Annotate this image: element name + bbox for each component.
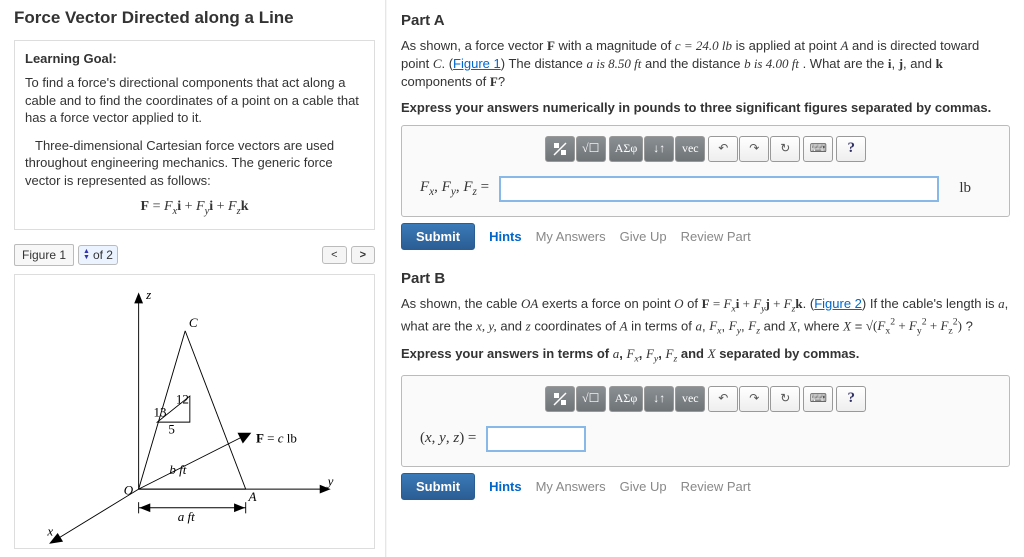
learning-goal-box: Learning Goal: To find a force's directi… xyxy=(14,40,375,230)
page-title: Force Vector Directed along a Line xyxy=(14,8,375,28)
goal-text-1: To find a force's directional components… xyxy=(25,74,364,127)
part-a-toolbar: √☐ ΑΣφ ↓↑ vec ↶ ↷ ↻ ⌨ ? xyxy=(402,126,1009,170)
part-a-instructions: Express your answers numerically in poun… xyxy=(401,100,1010,115)
keyboard-icon[interactable]: ⌨ xyxy=(803,136,833,162)
svg-text:y: y xyxy=(326,473,334,488)
svg-text:z: z xyxy=(145,287,151,302)
undo-icon[interactable]: ↶ xyxy=(708,136,738,162)
part-b-answer-box: √☐ ΑΣφ ↓↑ vec ↶ ↷ ↻ ⌨ ? (x, y, z) = xyxy=(401,375,1010,467)
part-b-review-link[interactable]: Review Part xyxy=(681,479,751,494)
sqrt-icon[interactable]: √☐ xyxy=(576,136,606,162)
part-a-myanswers-link[interactable]: My Answers xyxy=(536,229,606,244)
part-a-review-link[interactable]: Review Part xyxy=(681,229,751,244)
svg-text:13: 13 xyxy=(154,405,167,420)
undo-icon[interactable]: ↶ xyxy=(708,386,738,412)
part-b-heading: Part B xyxy=(401,270,1010,287)
goal-text-2: Three-dimensional Cartesian force vector… xyxy=(25,137,364,190)
figure-1-link[interactable]: Figure 1 xyxy=(453,56,501,71)
part-a-submit-row: Submit Hints My Answers Give Up Review P… xyxy=(401,223,1010,266)
goal-heading: Learning Goal: xyxy=(25,51,364,66)
part-a-giveup-link[interactable]: Give Up xyxy=(620,229,667,244)
part-a-answer-input[interactable] xyxy=(499,176,939,202)
vec-icon[interactable]: vec xyxy=(675,136,705,162)
svg-text:12: 12 xyxy=(176,392,189,407)
part-a-hints-link[interactable]: Hints xyxy=(489,229,522,244)
part-a-heading: Part A xyxy=(401,12,1010,29)
help-icon[interactable]: ? xyxy=(836,386,866,412)
subscript-icon[interactable]: ↓↑ xyxy=(644,136,674,162)
fraction-icon[interactable] xyxy=(545,136,575,162)
svg-text:F = c lb: F = c lb xyxy=(256,431,297,446)
figure-label: Figure 1 xyxy=(14,244,74,266)
svg-text:5: 5 xyxy=(168,421,175,436)
part-b-hints-link[interactable]: Hints xyxy=(489,479,522,494)
svg-text:x: x xyxy=(46,524,53,539)
part-a-answer-box: √☐ ΑΣφ ↓↑ vec ↶ ↷ ↻ ⌨ ? Fx, Fy, Fz = lb xyxy=(401,125,1010,217)
figure-stepper-icon: ▲▼ xyxy=(83,249,90,261)
reset-icon[interactable]: ↻ xyxy=(770,386,800,412)
part-a-submit-button[interactable]: Submit xyxy=(401,223,475,250)
sqrt-icon[interactable]: √☐ xyxy=(576,386,606,412)
svg-text:A: A xyxy=(248,489,257,504)
redo-icon[interactable]: ↷ xyxy=(739,136,769,162)
part-b-myanswers-link[interactable]: My Answers xyxy=(536,479,606,494)
reset-icon[interactable]: ↻ xyxy=(770,136,800,162)
figure-diagram: z y x C O A 13 12 5 b ft a ft F = c lb xyxy=(14,274,375,549)
greek-icon[interactable]: ΑΣφ xyxy=(609,386,644,412)
vec-icon[interactable]: vec xyxy=(675,386,705,412)
figure-prev-button[interactable]: < xyxy=(322,246,346,264)
generic-force-equation: F = Fxi + Fyi + Fzk xyxy=(25,199,364,217)
part-b-submit-button[interactable]: Submit xyxy=(401,473,475,500)
svg-text:C: C xyxy=(189,315,198,330)
part-a-text: As shown, a force vector F with a magnit… xyxy=(401,37,1010,92)
keyboard-icon[interactable]: ⌨ xyxy=(803,386,833,412)
fraction-icon[interactable] xyxy=(545,386,575,412)
figure-next-button[interactable]: > xyxy=(351,246,375,264)
redo-icon[interactable]: ↷ xyxy=(739,386,769,412)
part-b-answer-label: (x, y, z) = xyxy=(420,430,476,447)
figure-count: of 2 xyxy=(93,248,113,262)
greek-icon[interactable]: ΑΣφ xyxy=(609,136,644,162)
part-b-toolbar: √☐ ΑΣφ ↓↑ vec ↶ ↷ ↻ ⌨ ? xyxy=(402,376,1009,420)
part-a-answer-label: Fx, Fy, Fz = xyxy=(420,179,489,198)
part-b-giveup-link[interactable]: Give Up xyxy=(620,479,667,494)
help-icon[interactable]: ? xyxy=(836,136,866,162)
svg-text:O: O xyxy=(124,483,134,498)
part-a-unit: lb xyxy=(959,180,991,197)
figure-2-link[interactable]: Figure 2 xyxy=(814,296,862,311)
part-b-instructions: Express your answers in terms of a, Fx, … xyxy=(401,346,1010,365)
svg-text:b ft: b ft xyxy=(169,462,186,477)
subscript-icon[interactable]: ↓↑ xyxy=(644,386,674,412)
svg-text:a ft: a ft xyxy=(178,509,195,524)
part-b-submit-row: Submit Hints My Answers Give Up Review P… xyxy=(401,473,1010,504)
part-b-text: As shown, the cable OA exerts a force on… xyxy=(401,295,1010,339)
figure-selector[interactable]: ▲▼ of 2 xyxy=(78,245,118,265)
part-b-answer-input[interactable] xyxy=(486,426,586,452)
